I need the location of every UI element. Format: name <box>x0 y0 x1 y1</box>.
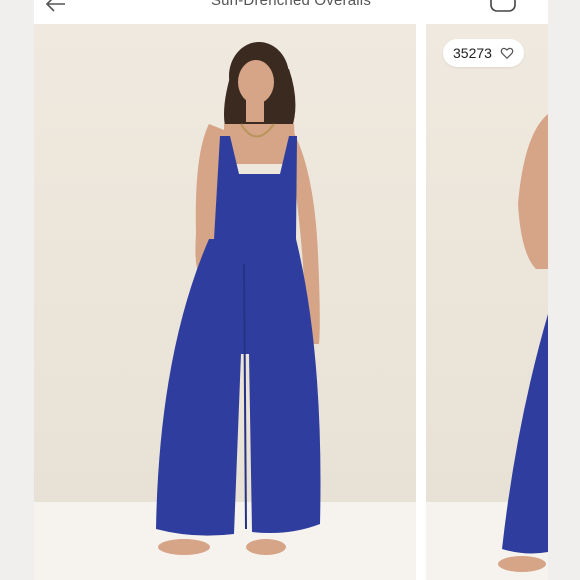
model-in-overalls-image-partial <box>426 114 548 580</box>
top-bar: Sun-Drenched Overalls <box>34 0 548 24</box>
product-photo-next[interactable]: 35273 <box>426 24 548 580</box>
likes-count: 35273 <box>453 45 492 61</box>
product-photo-main[interactable] <box>34 24 416 580</box>
likes-pill: 35273 <box>443 39 524 67</box>
image-carousel[interactable]: 35273 <box>34 24 548 580</box>
shopping-bag-icon <box>490 0 516 12</box>
page-title: Sun-Drenched Overalls <box>210 0 372 9</box>
shopping-bag-button[interactable] <box>488 0 518 14</box>
heart-outline-icon[interactable] <box>500 46 514 60</box>
app-screen: Sun-Drenched Overalls 35273 <box>34 0 548 580</box>
model-in-overalls-image <box>34 42 416 580</box>
